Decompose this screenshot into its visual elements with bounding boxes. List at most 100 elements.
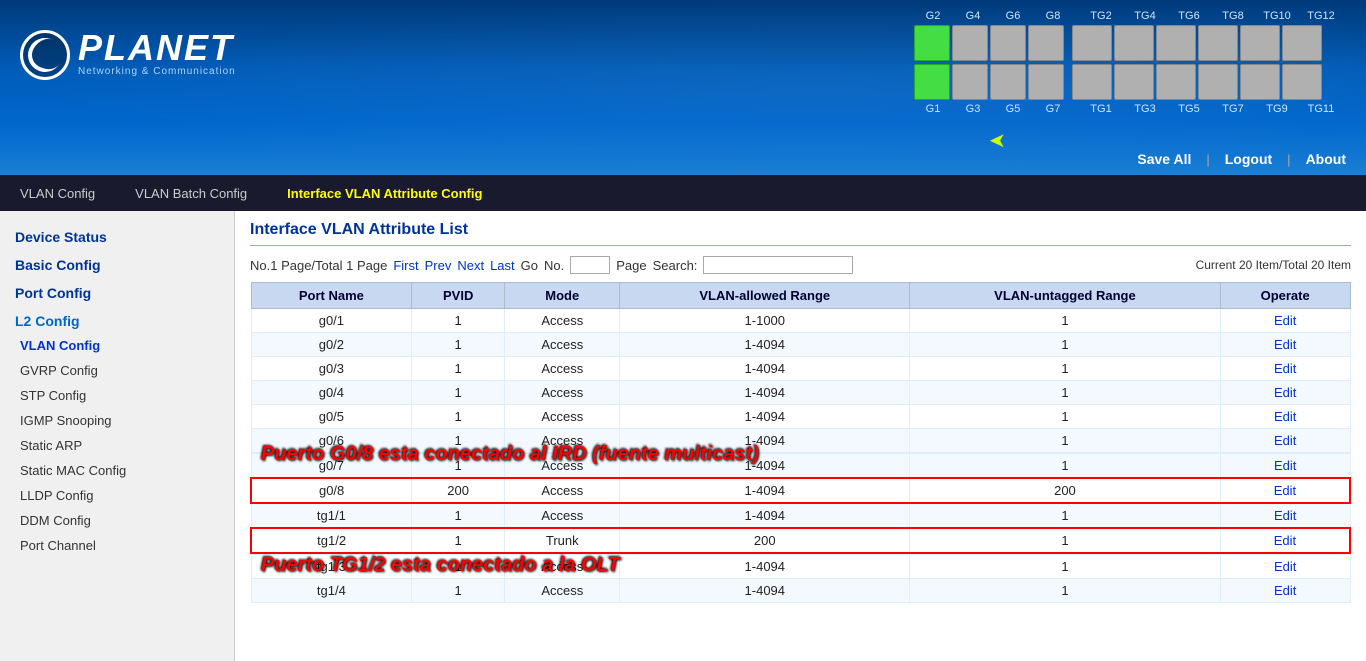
port-g3[interactable] <box>952 64 988 100</box>
sidebar-item-l2-config[interactable]: L2 Config <box>0 305 234 333</box>
sidebar-item-gvrp-config[interactable]: GVRP Config <box>0 358 234 383</box>
port-g1[interactable] <box>914 64 950 100</box>
cell-port: g0/1 <box>251 309 412 333</box>
no-label: No. <box>544 258 564 273</box>
port-tg6[interactable] <box>1156 25 1196 61</box>
cell-operate: Edit <box>1220 357 1350 381</box>
cell-vlan-allowed: 1-4094 <box>620 405 910 429</box>
nav-vlan-batch-config[interactable]: VLAN Batch Config <box>135 178 247 209</box>
edit-link[interactable]: Edit <box>1274 483 1296 498</box>
port-tg1[interactable] <box>1072 64 1112 100</box>
cell-vlan-untagged: 1 <box>910 381 1221 405</box>
sidebar-item-basic-config[interactable]: Basic Config <box>0 249 234 277</box>
table-row: tg1/31Access1-40941Edit <box>251 555 1350 579</box>
edit-link[interactable]: Edit <box>1274 533 1296 548</box>
edit-link[interactable]: Edit <box>1274 361 1296 376</box>
port-tg8[interactable] <box>1198 25 1238 61</box>
sidebar-item-vlan-config[interactable]: VLAN Config <box>0 333 234 358</box>
logo-icon <box>20 30 70 80</box>
edit-link[interactable]: Edit <box>1274 583 1296 598</box>
cell-operate: Edit <box>1220 309 1350 333</box>
port-tg7[interactable] <box>1198 64 1238 100</box>
logout-link[interactable]: Logout <box>1225 151 1272 167</box>
sidebar-item-igmp-snooping[interactable]: IGMP Snooping <box>0 408 234 433</box>
cell-operate: Edit <box>1220 478 1350 503</box>
cell-mode: Access <box>505 333 620 357</box>
port-tg12[interactable] <box>1282 25 1322 61</box>
cell-pvid: 1 <box>412 357 505 381</box>
cell-vlan-untagged: 1 <box>910 333 1221 357</box>
col-port-name: Port Name <box>251 283 412 309</box>
sidebar-item-static-arp[interactable]: Static ARP <box>0 433 234 458</box>
go-label: Go <box>521 258 538 273</box>
nav-vlan-config[interactable]: VLAN Config <box>20 178 95 209</box>
table-row: g0/71Access1-40941Edit <box>251 454 1350 479</box>
sidebar-item-lldp-config[interactable]: LLDP Config <box>0 483 234 508</box>
port-tg3[interactable] <box>1114 64 1154 100</box>
search-input[interactable] <box>703 256 853 274</box>
page-label: Page <box>616 258 646 273</box>
edit-link[interactable]: Edit <box>1274 433 1296 448</box>
port-g7[interactable] <box>1028 64 1064 100</box>
edit-link[interactable]: Edit <box>1274 313 1296 328</box>
cell-operate: Edit <box>1220 429 1350 453</box>
main-layout: Device Status Basic Config Port Config L… <box>0 211 1366 661</box>
cell-pvid: 1 <box>412 381 505 405</box>
cell-vlan-untagged: 1 <box>910 555 1221 579</box>
col-pvid: PVID <box>412 283 505 309</box>
cell-mode: Access <box>505 454 620 479</box>
edit-link[interactable]: Edit <box>1274 337 1296 352</box>
port-tg9[interactable] <box>1240 64 1280 100</box>
col-mode: Mode <box>505 283 620 309</box>
port-tg2[interactable] <box>1072 25 1112 61</box>
table-wrapper: Port Name PVID Mode VLAN-allowed Range V… <box>250 282 1351 603</box>
sidebar-item-port-config[interactable]: Port Config <box>0 277 234 305</box>
sidebar-item-port-channel[interactable]: Port Channel <box>0 533 234 558</box>
vlan-table: Port Name PVID Mode VLAN-allowed Range V… <box>250 282 1351 603</box>
sidebar-item-stp-config[interactable]: STP Config <box>0 383 234 408</box>
port-labels-bottom: G1 G3 G5 G7 TG1 TG3 TG5 TG7 TG9 TG11 <box>914 103 1346 115</box>
table-row: tg1/21Trunk2001Edit <box>251 528 1350 553</box>
port-g2[interactable] <box>914 25 950 61</box>
cell-vlan-allowed: 1-4094 <box>620 381 910 405</box>
page-number-input[interactable] <box>570 256 610 274</box>
ports-bottom-row <box>914 64 1346 100</box>
port-g5[interactable] <box>990 64 1026 100</box>
port-tg11[interactable] <box>1282 64 1322 100</box>
edit-link[interactable]: Edit <box>1274 409 1296 424</box>
cell-mode: Access <box>505 381 620 405</box>
cell-vlan-untagged: 1 <box>910 405 1221 429</box>
sidebar-item-static-mac[interactable]: Static MAC Config <box>0 458 234 483</box>
cell-vlan-allowed: 1-4094 <box>620 429 910 453</box>
cell-operate: Edit <box>1220 405 1350 429</box>
logo-sub: Networking & Communication <box>78 66 236 77</box>
edit-link[interactable]: Edit <box>1274 508 1296 523</box>
first-page-link[interactable]: First <box>393 258 418 273</box>
cell-operate: Edit <box>1220 528 1350 553</box>
last-page-link[interactable]: Last <box>490 258 515 273</box>
cell-operate: Edit <box>1220 333 1350 357</box>
port-tg10[interactable] <box>1240 25 1280 61</box>
port-g4[interactable] <box>952 25 988 61</box>
port-g6[interactable] <box>990 25 1026 61</box>
prev-page-link[interactable]: Prev <box>425 258 452 273</box>
edit-link[interactable]: Edit <box>1274 385 1296 400</box>
edit-link[interactable]: Edit <box>1274 559 1296 574</box>
port-g8[interactable] <box>1028 25 1064 61</box>
pagination-bar: No.1 Page/Total 1 Page First Prev Next L… <box>250 256 1351 274</box>
cell-vlan-untagged: 1 <box>910 528 1221 553</box>
about-link[interactable]: About <box>1306 151 1346 167</box>
cell-port: g0/3 <box>251 357 412 381</box>
edit-link[interactable]: Edit <box>1274 458 1296 473</box>
nav-interface-vlan-attr[interactable]: Interface VLAN Attribute Config <box>287 178 482 209</box>
sidebar-item-ddm-config[interactable]: DDM Config <box>0 508 234 533</box>
cell-pvid: 200 <box>412 478 505 503</box>
sidebar-item-device-status[interactable]: Device Status <box>0 221 234 249</box>
cell-vlan-allowed: 1-4094 <box>620 555 910 579</box>
save-all-link[interactable]: Save All <box>1137 151 1191 167</box>
port-tg4[interactable] <box>1114 25 1154 61</box>
cell-operate: Edit <box>1220 555 1350 579</box>
port-tg5[interactable] <box>1156 64 1196 100</box>
cell-vlan-allowed: 1-4094 <box>620 454 910 479</box>
next-page-link[interactable]: Next <box>457 258 484 273</box>
